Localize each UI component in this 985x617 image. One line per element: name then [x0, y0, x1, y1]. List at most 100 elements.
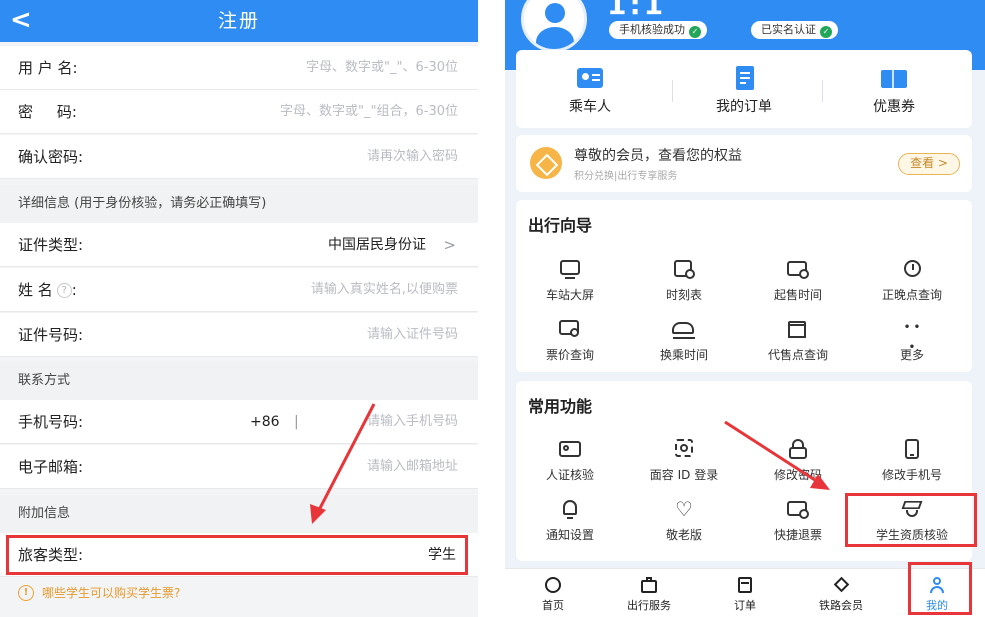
func-item-label: 面容 ID 登录 — [649, 468, 719, 482]
tab-railway-member[interactable]: 铁路会员 — [793, 569, 889, 613]
guide-item-station-screen[interactable]: 车站大屏 — [522, 258, 618, 303]
func-item-id-verify[interactable]: 人证核验 — [522, 438, 618, 483]
quick-passengers[interactable]: 乘车人 — [540, 50, 640, 116]
email-input[interactable]: 请输入邮箱地址 — [367, 445, 458, 489]
username-input[interactable]: 字母、数字或"_"、6-30位 — [306, 46, 458, 90]
screen-icon — [557, 258, 583, 280]
name-input[interactable]: 请输入真实姓名,以便购票 — [311, 268, 458, 312]
quick-orders[interactable]: 我的订单 — [694, 50, 794, 116]
name-label-colon: : — [71, 281, 77, 299]
home-icon — [544, 577, 562, 593]
guide-item-label: 车站大屏 — [545, 288, 594, 302]
highlight-box-passenger — [6, 535, 468, 575]
id-number-input[interactable]: 请输入证件号码 — [367, 313, 458, 357]
more-dots-icon: • • • — [903, 322, 921, 353]
func-item-label: 人证核验 — [545, 468, 594, 482]
page-title: 注册 — [217, 10, 260, 32]
func-item-elderly-mode[interactable]: ♡ 敬老版 — [636, 498, 732, 543]
membership-title: 尊敬的会员，查看您的权益 — [574, 148, 742, 164]
func-item-quick-refund[interactable]: 快捷退票 — [750, 498, 846, 543]
divider — [822, 80, 823, 102]
tab-orders[interactable]: 订单 — [697, 569, 793, 613]
id-photo-icon — [557, 438, 583, 460]
password-label: 密 码: — [18, 103, 77, 121]
info-icon: ! — [18, 585, 34, 601]
diamond-icon — [530, 147, 562, 179]
guide-item-sale-time[interactable]: 起售时间 — [750, 258, 846, 303]
train-icon — [671, 318, 697, 340]
func-item-change-password[interactable]: 修改密码 — [750, 438, 846, 483]
list-icon — [736, 577, 754, 593]
shop-icon — [785, 318, 811, 340]
guide-item-agency-query[interactable]: 代售点查询 — [750, 318, 846, 363]
confirm-password-input[interactable]: 请再次输入密码 — [367, 135, 458, 179]
tab-label: 出行服务 — [627, 599, 671, 612]
id-type-label: 证件类型: — [18, 236, 84, 254]
guide-item-label: 时刻表 — [665, 288, 702, 302]
id-card-icon — [573, 66, 607, 90]
student-ticket-notice[interactable]: ! 哪些学生可以购买学生票? — [0, 582, 478, 608]
tab-label: 铁路会员 — [819, 599, 863, 612]
profile-screen: 1:1 手机核验成功 ✓ 已实名认证 ✓ 乘车人 我的订单 优惠券 尊敬的会员，… — [505, 0, 985, 617]
guide-item-label: 代售点查询 — [767, 348, 828, 362]
name-label-text: 姓 名 — [18, 281, 53, 299]
highlight-box-tab-mine — [908, 562, 972, 615]
refund-ticket-icon — [785, 498, 811, 520]
membership-banner[interactable]: 尊敬的会员，查看您的权益 积分兑换|出行专享服务 查看 > — [516, 135, 972, 192]
guide-item-label: 换乘时间 — [659, 348, 708, 362]
lock-icon — [785, 438, 811, 460]
username-label: 用 户 名: — [18, 59, 78, 77]
password-row[interactable]: 密 码: 字母、数字或"_"组合，6-30位 — [0, 90, 478, 134]
func-item-change-phone[interactable]: 修改手机号 — [864, 438, 960, 483]
phone-icon — [899, 438, 925, 460]
phone-prefix[interactable]: +86 — [250, 400, 280, 444]
guide-item-fare-query[interactable]: 票价查询 — [522, 318, 618, 363]
phone-row[interactable]: 手机号码: +86 | 请输入手机号码 — [0, 400, 478, 444]
tab-home[interactable]: 首页 — [505, 569, 601, 613]
password-input[interactable]: 字母、数字或"_"组合，6-30位 — [280, 90, 458, 134]
func-item-notification[interactable]: 通知设置 — [522, 498, 618, 543]
id-type-value[interactable]: 中国居民身份证 — [328, 223, 426, 267]
quick-passengers-label: 乘车人 — [569, 99, 611, 115]
guide-item-more[interactable]: • • • 更多 — [864, 318, 960, 363]
fare-search-icon — [557, 318, 583, 340]
travel-guide-title: 出行向导 — [528, 216, 593, 235]
tab-travel-service[interactable]: 出行服务 — [601, 569, 697, 613]
section-contact: 联系方式 — [0, 362, 478, 400]
section-detail-title: 详细信息 (用于身份核验，请务必正确填写) — [18, 196, 267, 211]
membership-subtitle: 积分兑换|出行专享服务 — [574, 171, 678, 182]
username-row[interactable]: 用 户 名: 字母、数字或"_"、6-30位 — [0, 46, 478, 90]
guide-item-transfer-time[interactable]: 换乘时间 — [636, 318, 732, 363]
name-row[interactable]: 姓 名?: 请输入真实姓名,以便购票 — [0, 268, 478, 312]
quick-actions-card: 乘车人 我的订单 优惠券 — [516, 50, 972, 128]
bell-icon — [557, 498, 583, 520]
id-type-row[interactable]: 证件类型: 中国居民身份证 > — [0, 223, 478, 267]
confirm-password-row[interactable]: 确认密码: 请再次输入密码 — [0, 135, 478, 179]
order-icon — [727, 66, 761, 90]
section-extra: 附加信息 — [0, 495, 478, 533]
avatar-head — [545, 3, 565, 23]
view-benefits-button[interactable]: 查看 > — [898, 153, 960, 175]
id-number-row[interactable]: 证件号码: 请输入证件号码 — [0, 313, 478, 357]
clock-icon — [899, 258, 925, 280]
func-item-face-id[interactable]: 面容 ID 登录 — [636, 438, 732, 483]
phone-separator: | — [294, 414, 299, 430]
notice-text[interactable]: 哪些学生可以购买学生票? — [42, 582, 180, 604]
guide-item-label: 票价查询 — [545, 348, 594, 362]
quick-coupons[interactable]: 优惠券 — [844, 50, 944, 116]
avatar[interactable] — [521, 0, 587, 52]
guide-item-delay-query[interactable]: 正晚点查询 — [864, 258, 960, 303]
divider — [672, 80, 673, 102]
username: 1:1 — [607, 0, 667, 21]
highlight-box-student-verify — [845, 493, 977, 547]
func-item-label: 快捷退票 — [773, 528, 822, 542]
badge-phone-text: 手机核验成功 — [619, 23, 685, 36]
help-icon[interactable]: ? — [56, 283, 72, 298]
func-item-label: 修改密码 — [773, 468, 822, 482]
tab-label: 首页 — [542, 599, 564, 612]
email-row[interactable]: 电子邮箱: 请输入邮箱地址 — [0, 445, 478, 489]
avatar-body — [536, 27, 574, 49]
guide-item-timetable[interactable]: 时刻表 — [636, 258, 732, 303]
quick-coupons-label: 优惠券 — [873, 99, 915, 115]
phone-input[interactable]: 请输入手机号码 — [367, 400, 458, 444]
